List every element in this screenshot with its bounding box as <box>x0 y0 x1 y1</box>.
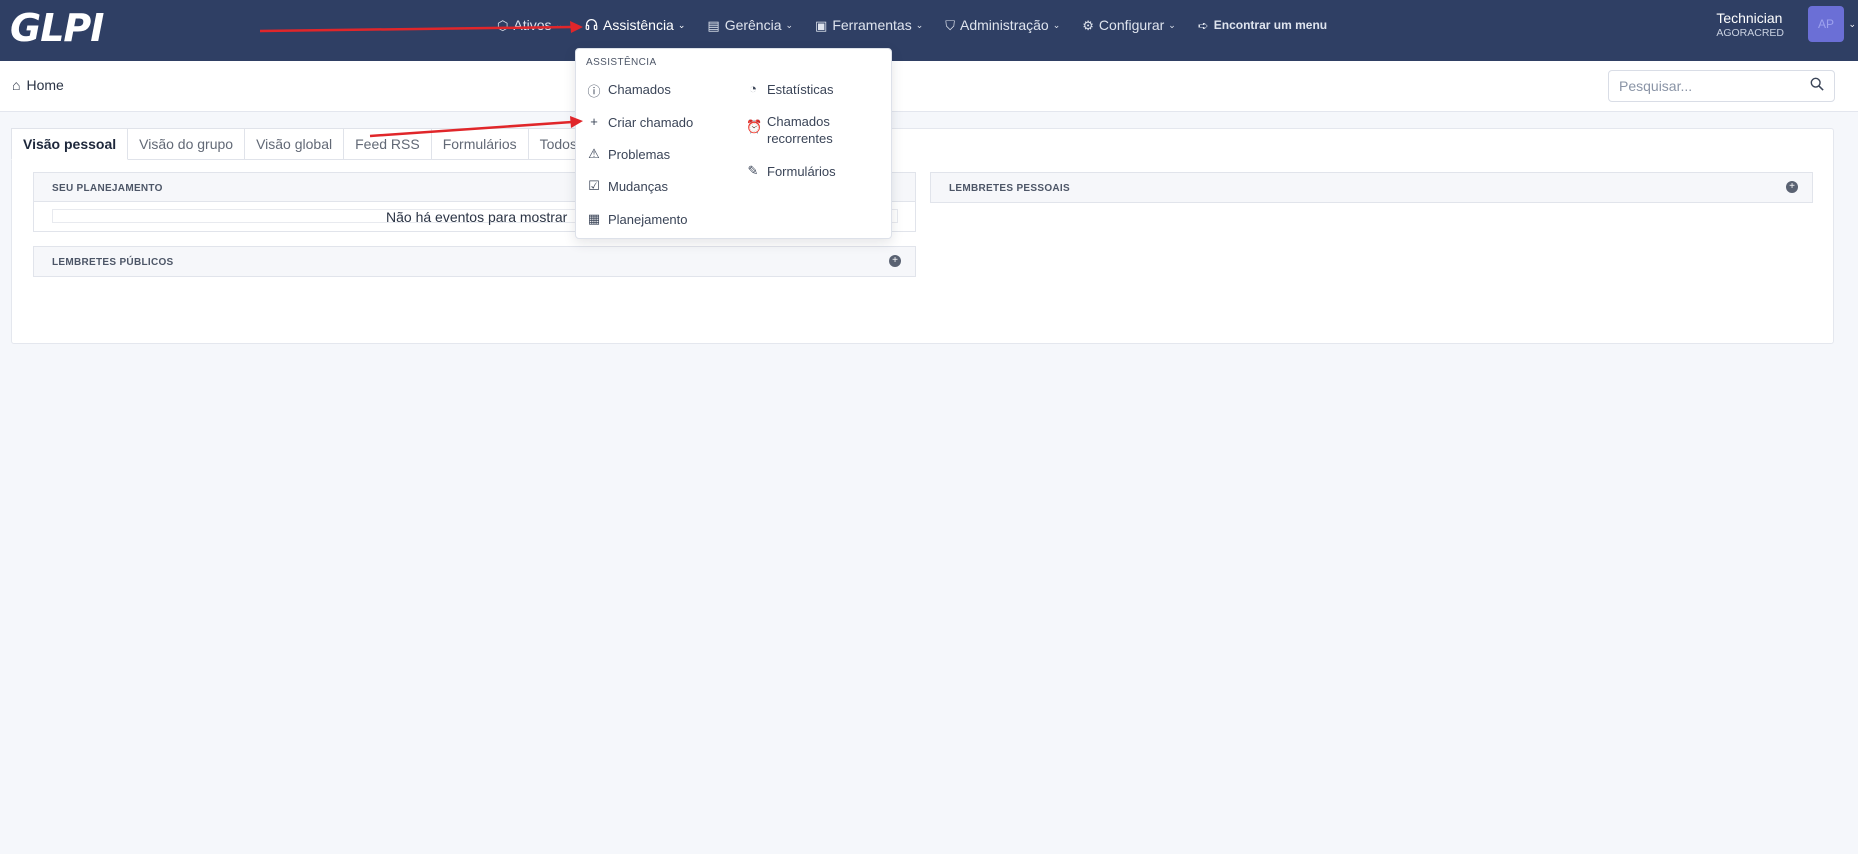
tab-visao-pessoal[interactable]: Visão pessoal <box>11 128 129 160</box>
chevron-down-icon: ⌄ <box>677 19 686 30</box>
menu-gerencia[interactable]: ▤ Gerência ⌄ <box>707 17 793 33</box>
dropdown-item-estatisticas[interactable]: ◔ Estatísticas <box>746 81 833 98</box>
tab-feed-rss[interactable]: Feed RSS <box>344 128 432 160</box>
menu-assistencia-label: Assistência <box>603 17 674 33</box>
alarm-clock-icon: ⏰ <box>746 119 763 134</box>
menu-configurar[interactable]: ⚙ Configurar ⌄ <box>1082 17 1176 33</box>
menu-configurar-label: Configurar <box>1098 17 1165 33</box>
briefcase-icon: ▣ <box>815 17 828 33</box>
tab-formularios[interactable]: Formulários <box>431 128 529 160</box>
box-icon: ⬡ <box>497 17 509 33</box>
add-personal-reminder-icon[interactable]: + <box>1786 181 1798 193</box>
glpi-logo[interactable]: GLPI <box>10 6 104 50</box>
dropdown-item-planejamento[interactable]: ▦ Planejamento <box>587 211 688 228</box>
dropdown-item-formularios[interactable]: ✎ Formulários <box>746 163 836 180</box>
breadcrumb[interactable]: ⌂ Home <box>12 77 64 93</box>
chevron-down-icon: ⌄ <box>555 19 564 30</box>
search-icon[interactable] <box>1810 77 1824 95</box>
arrow-right-icon: ➪ <box>1197 17 1209 33</box>
chevron-down-icon[interactable]: ⌄ <box>1848 19 1856 30</box>
menu-gerencia-label: Gerência <box>724 17 782 33</box>
menu-ativos[interactable]: ⬡ Ativos ⌄ <box>497 17 563 33</box>
chevron-down-icon: ⌄ <box>1052 19 1061 30</box>
tab-visao-global[interactable]: Visão global <box>245 128 345 160</box>
chevron-down-icon: ⌄ <box>785 19 794 30</box>
dropdown-item-criar-chamado[interactable]: + Criar chamado <box>587 114 693 131</box>
chevron-down-icon: ⌄ <box>915 19 924 30</box>
planning-empty-message: Não há eventos para mostrar <box>386 209 568 225</box>
dropdown-header: ASSISTÊNCIA <box>586 57 657 68</box>
shield-icon: ⛉ <box>945 17 956 33</box>
user-info[interactable]: Technician AGORACRED <box>1716 10 1784 39</box>
personal-reminders-title[interactable]: LEMBRETES PESSOAIS <box>949 183 1070 194</box>
find-menu-button[interactable]: ➪ Encontrar um menu <box>1198 18 1327 32</box>
search-input[interactable] <box>1609 71 1789 101</box>
main-menu: ⬡ Ativos ⌄ Assistência ⌄ ▤ Gerência ⌄ ▣ … <box>497 0 1349 50</box>
dropdown-item-problemas[interactable]: ⚠ Problemas <box>587 146 670 163</box>
assistencia-dropdown: ASSISTÊNCIA ⓘ Chamados + Criar chamado ⚠… <box>575 48 892 239</box>
home-icon: ⌂ <box>12 77 21 93</box>
warning-triangle-icon: ⚠ <box>588 146 600 161</box>
user-entity: AGORACRED <box>1716 27 1784 39</box>
menu-ferramentas-label: Ferramentas <box>832 17 912 33</box>
plus-icon: + <box>590 114 598 129</box>
gear-icon: ⚙ <box>1082 17 1094 33</box>
global-search <box>1608 70 1835 102</box>
breadcrumb-home: Home <box>26 77 64 93</box>
dashboard-tabs: Visão pessoal Visão do grupo Visão globa… <box>11 128 589 160</box>
menu-assistencia[interactable]: Assistência ⌄ <box>585 17 685 33</box>
dropdown-item-chamados[interactable]: ⓘ Chamados <box>587 81 671 100</box>
menu-ferramentas[interactable]: ▣ Ferramentas ⌄ <box>815 17 923 33</box>
chevron-down-icon: ⌄ <box>1168 19 1176 30</box>
public-reminders-title[interactable]: LEMBRETES PÚBLICOS <box>52 257 174 268</box>
dropdown-item-label: Formulários <box>767 164 836 179</box>
add-public-reminder-icon[interactable]: + <box>889 255 901 267</box>
dropdown-item-chamados-recorrentes[interactable]: ⏰ Chamados recorrentes <box>746 113 847 147</box>
menu-administracao-label: Administração <box>960 17 1049 33</box>
user-name: Technician <box>1716 10 1783 26</box>
pie-chart-icon: ◔ <box>749 81 757 96</box>
dashboard-card <box>11 128 1834 344</box>
tab-visao-do-grupo[interactable]: Visão do grupo <box>128 128 246 160</box>
edit-icon: ✎ <box>747 163 759 178</box>
dropdown-item-label: Estatísticas <box>767 82 834 97</box>
headset-icon <box>585 18 598 33</box>
dropdown-item-label: Planejamento <box>608 212 688 227</box>
planning-panel-title[interactable]: SEU PLANEJAMENTO <box>52 183 163 194</box>
top-navbar: GLPI ⬡ Ativos ⌄ Assistência ⌄ ▤ Gerência… <box>0 0 1858 61</box>
alert-circle-icon: ⓘ <box>587 84 601 99</box>
dropdown-item-label: Criar chamado <box>608 115 694 130</box>
wallet-icon: ▤ <box>707 17 720 33</box>
clipboard-check-icon: ☑ <box>588 178 600 193</box>
menu-administracao[interactable]: ⛉ Administração ⌄ <box>945 17 1060 33</box>
breadcrumb-bar: ⌂ Home <box>0 61 1858 112</box>
public-reminders-panel: LEMBRETES PÚBLICOS + <box>33 246 916 277</box>
menu-ativos-label: Ativos <box>513 17 552 33</box>
dropdown-item-label: Chamados <box>608 82 671 97</box>
personal-reminders-panel: LEMBRETES PESSOAIS + <box>930 172 1813 203</box>
dropdown-item-mudancas[interactable]: ☑ Mudanças <box>587 178 668 195</box>
dropdown-item-label: Chamados recorrentes <box>767 114 833 146</box>
calendar-icon: ▦ <box>587 211 601 226</box>
find-menu-label: Encontrar um menu <box>1213 18 1328 32</box>
avatar[interactable]: AP <box>1808 6 1844 42</box>
dropdown-item-label: Mudanças <box>608 179 668 194</box>
dropdown-item-label: Problemas <box>608 147 671 162</box>
